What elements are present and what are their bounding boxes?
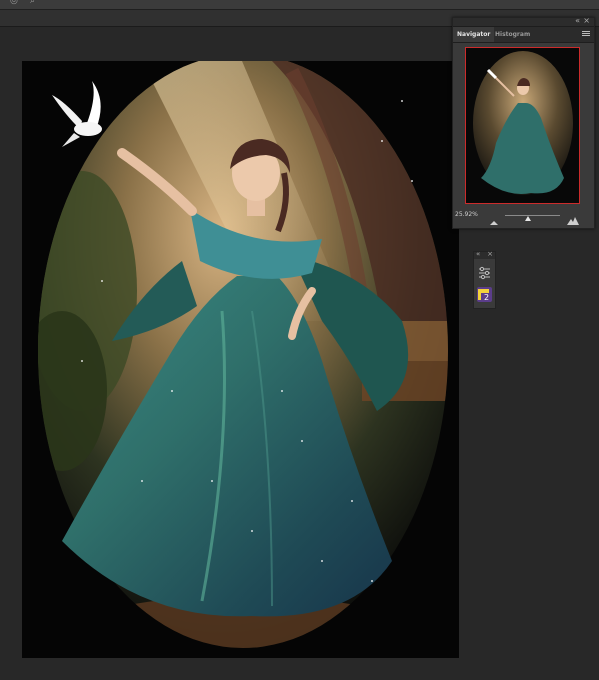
double-chevron-icon[interactable]: «	[476, 250, 480, 259]
tab-histogram[interactable]: Histogram	[491, 27, 534, 42]
top-toolbar: ◎ ⌕	[0, 0, 599, 10]
mini-panel-grip[interactable]: « ×	[474, 250, 495, 259]
panel-grip[interactable]: « ×	[453, 16, 594, 27]
zoom-out-icon[interactable]	[490, 210, 498, 229]
document-canvas[interactable]	[22, 61, 459, 658]
navigator-panel: « × Navigator Histogram 25.92%	[452, 16, 595, 229]
mini-tool-panel: « × 2	[473, 250, 496, 309]
panel-tabs: Navigator Histogram	[453, 27, 594, 43]
zoom-slider-thumb[interactable]	[525, 216, 532, 221]
search-icon[interactable]: ⌕	[30, 0, 40, 6]
svg-text:2: 2	[484, 293, 489, 302]
zoom-value-field[interactable]: 25.92%	[455, 209, 487, 221]
close-icon[interactable]: ×	[487, 250, 493, 259]
close-icon[interactable]: ×	[583, 16, 590, 26]
double-chevron-icon[interactable]: «	[575, 16, 580, 26]
zoom-row: 25.92%	[453, 208, 594, 225]
tab-navigator[interactable]: Navigator	[453, 27, 495, 42]
dove	[52, 81, 102, 147]
menu-icon[interactable]	[582, 30, 590, 38]
layers-badge-icon[interactable]: 2	[477, 287, 492, 302]
artwork-illustration	[38, 61, 448, 648]
circle-icon[interactable]: ◎	[10, 0, 20, 6]
preview-thumbnail	[473, 51, 573, 195]
sliders-icon[interactable]	[477, 265, 492, 280]
zoom-in-icon[interactable]	[567, 210, 579, 229]
navigator-preview[interactable]	[465, 47, 580, 204]
zoom-slider[interactable]	[505, 215, 560, 216]
